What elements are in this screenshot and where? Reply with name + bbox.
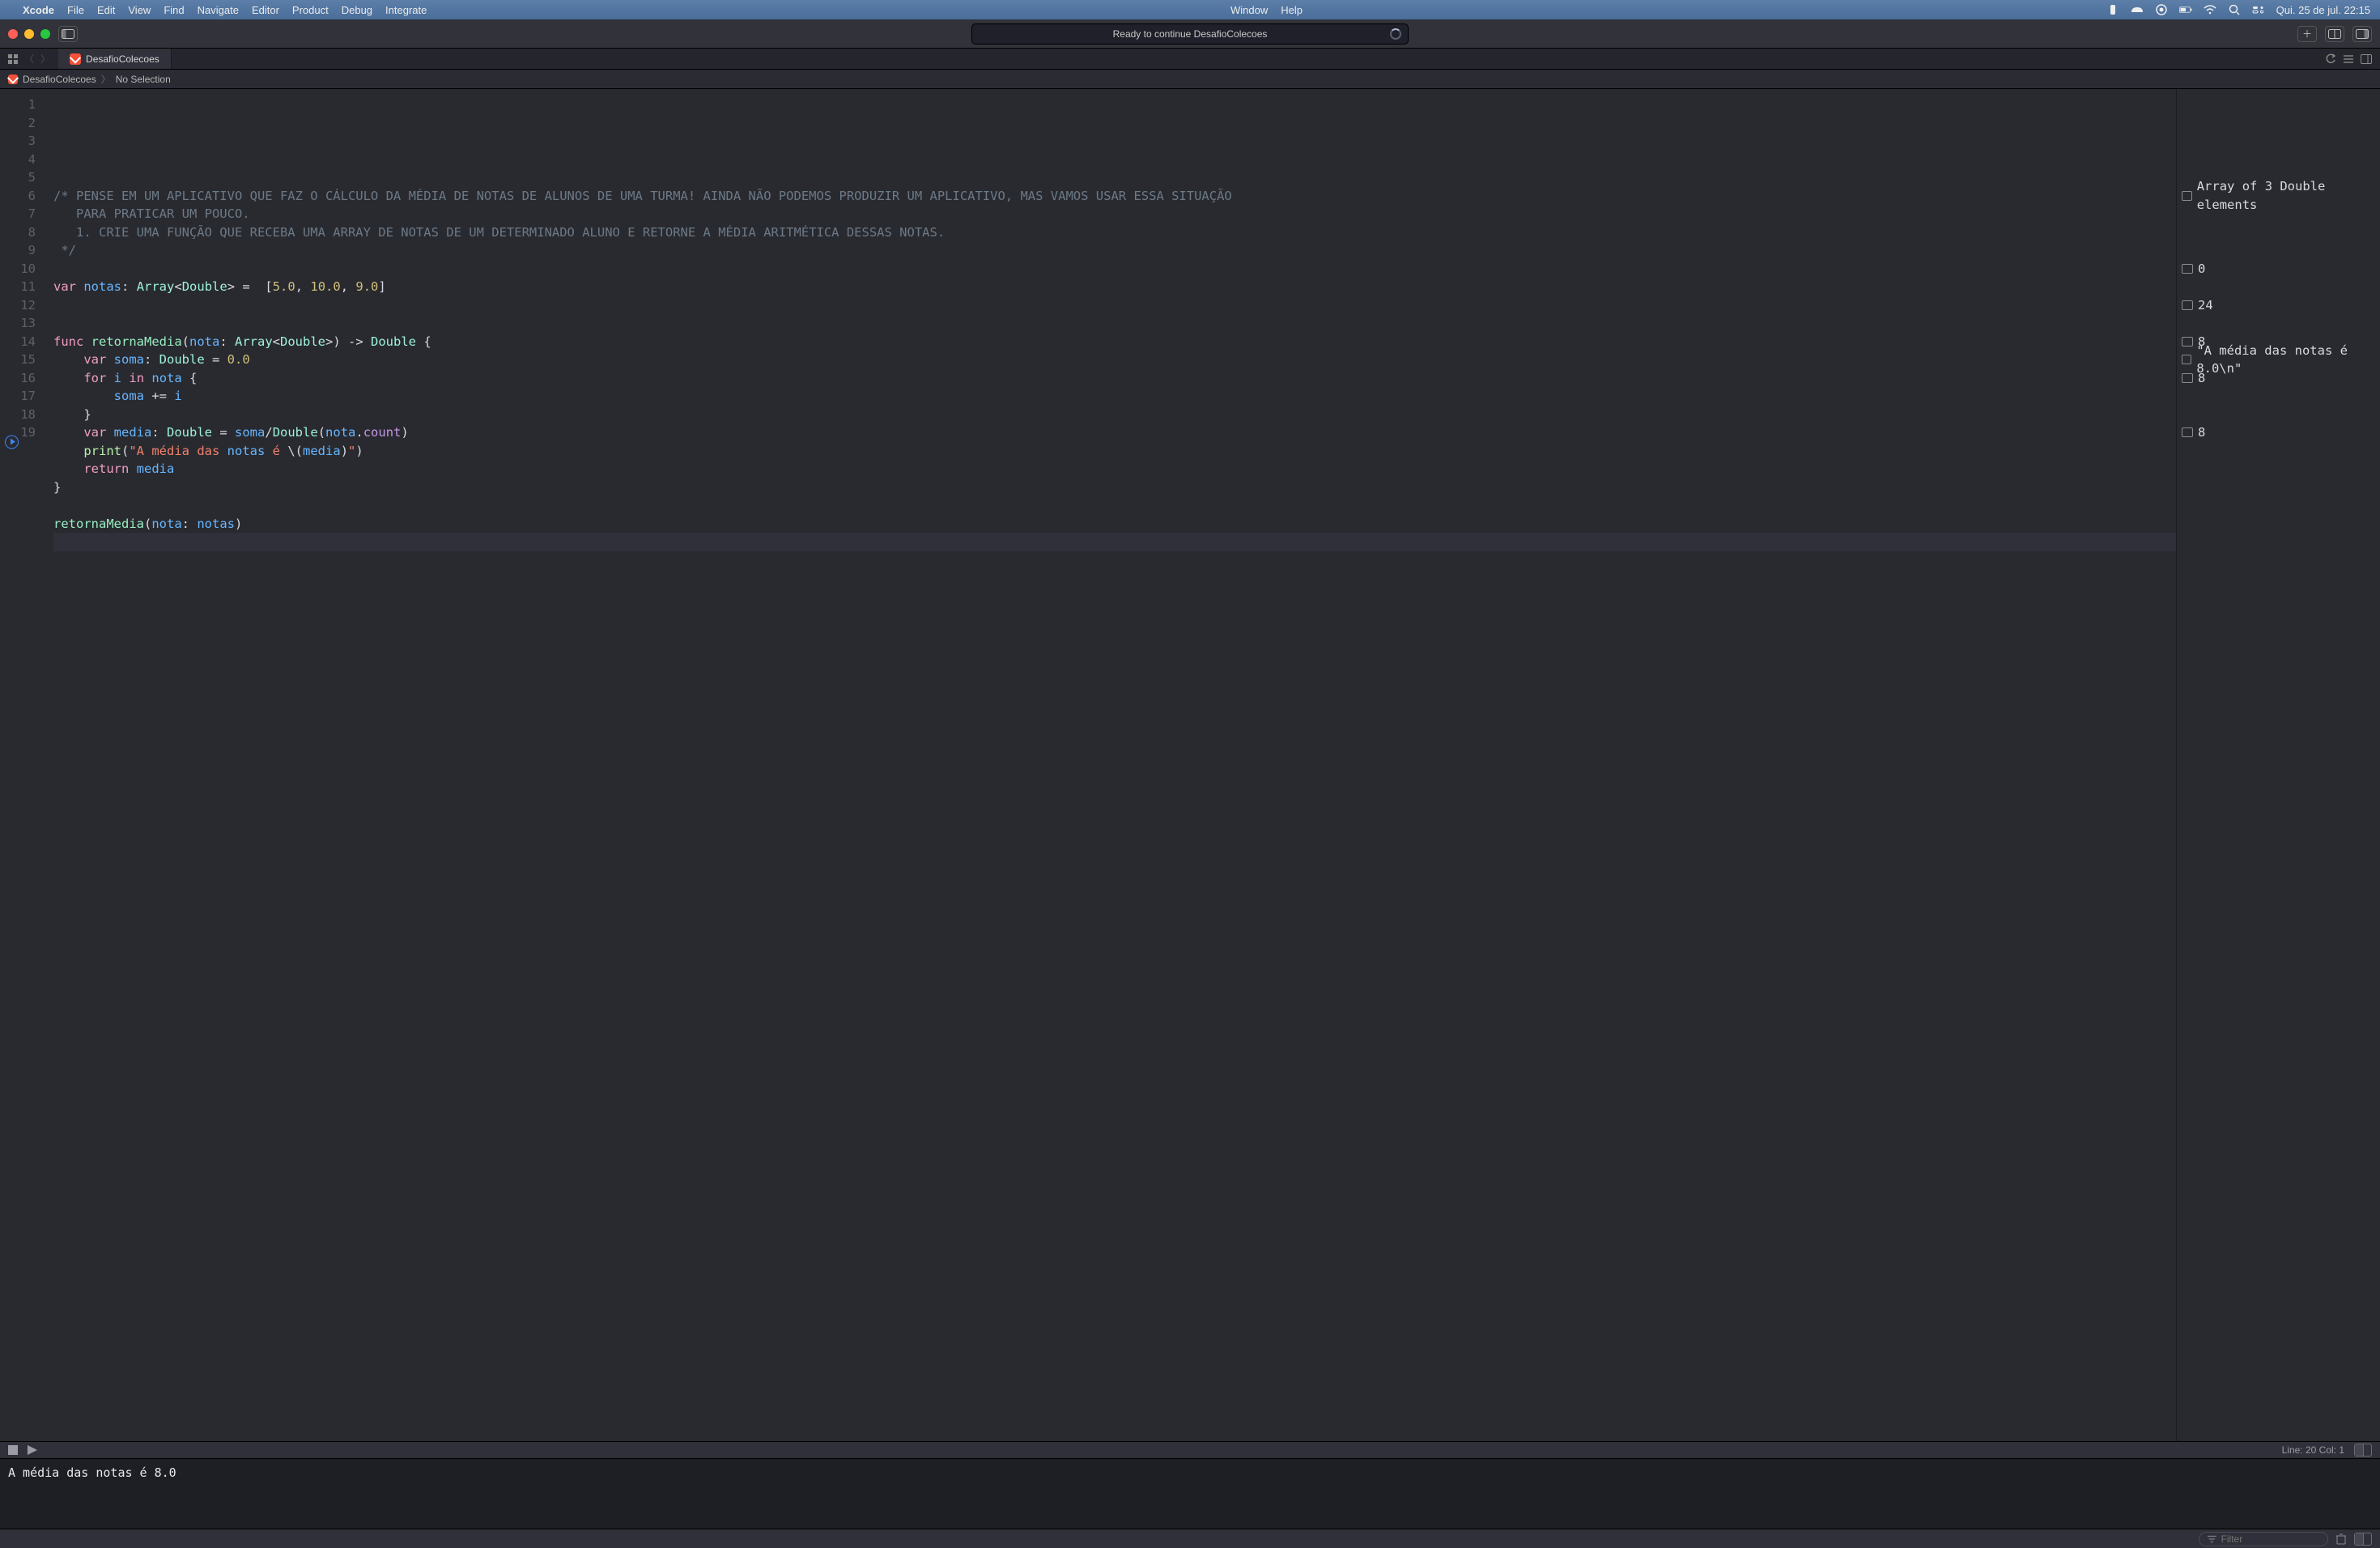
- gutter-line[interactable]: 16: [0, 369, 36, 388]
- battery-icon[interactable]: [2179, 3, 2192, 16]
- breadcrumb-separator-icon: 〉: [101, 72, 111, 86]
- activity-spinner-icon: [1390, 28, 1401, 40]
- gutter-line[interactable]: 3: [0, 132, 36, 151]
- jump-bar[interactable]: DesafioColecoes 〉 No Selection: [0, 70, 2380, 89]
- menu-navigate[interactable]: Navigate: [198, 4, 239, 16]
- result-row[interactable]: 0: [2182, 260, 2372, 279]
- do-not-disturb-icon[interactable]: [2131, 3, 2144, 16]
- playground-results: Array of 3 Double elements 0 24 8 "A méd…: [2176, 89, 2380, 1441]
- gutter-line[interactable]: 7: [0, 205, 36, 223]
- menu-integrate[interactable]: Integrate: [385, 4, 427, 16]
- menubar-clock[interactable]: Qui. 25 de jul. 22:15: [2276, 4, 2370, 16]
- menu-debug[interactable]: Debug: [342, 4, 372, 16]
- cursor-position: Line: 20 Col: 1: [2282, 1444, 2344, 1456]
- breadcrumb-selection[interactable]: No Selection: [116, 74, 171, 85]
- swift-file-icon: [8, 74, 18, 84]
- status-item-1-icon[interactable]: [2106, 3, 2119, 16]
- swift-file-icon: [70, 53, 81, 65]
- menu-product[interactable]: Product: [292, 4, 329, 16]
- menu-find[interactable]: Find: [164, 4, 184, 16]
- console-split-toggle[interactable]: [2354, 1533, 2372, 1546]
- debug-console[interactable]: A média das notas é 8.0: [0, 1459, 2380, 1529]
- menu-edit[interactable]: Edit: [97, 4, 115, 16]
- spotlight-icon[interactable]: [2228, 3, 2241, 16]
- run-to-line-icon[interactable]: [5, 435, 19, 449]
- console-pane-toggle[interactable]: [2354, 1444, 2372, 1457]
- source-editor[interactable]: /* PENSE EM UM APLICATIVO QUE FAZ O CÁLC…: [42, 89, 2176, 1441]
- gutter-line[interactable]: 12: [0, 296, 36, 315]
- console-output: A média das notas é 8.0: [8, 1465, 176, 1480]
- gutter-line[interactable]: 4: [0, 151, 36, 169]
- console-filter-input[interactable]: [2221, 1533, 2319, 1545]
- quicklook-icon[interactable]: [2182, 427, 2193, 437]
- window-traffic-lights: [8, 29, 50, 39]
- library-button[interactable]: [2325, 26, 2344, 42]
- menubar-app-name[interactable]: Xcode: [23, 4, 54, 16]
- gutter-line[interactable]: 9: [0, 241, 36, 260]
- result-row[interactable]: "A média das notas é 8.0\n": [2182, 351, 2372, 369]
- nav-back-icon[interactable]: 〈: [24, 52, 34, 66]
- debug-stop-icon[interactable]: [8, 1445, 18, 1455]
- editor-tab[interactable]: DesafioColecoes: [58, 49, 172, 69]
- related-items-icon[interactable]: [8, 54, 18, 64]
- breadcrumb-project[interactable]: DesafioColecoes: [23, 74, 96, 85]
- menu-editor[interactable]: Editor: [252, 4, 279, 16]
- gutter-line[interactable]: 14: [0, 333, 36, 351]
- gutter-line[interactable]: 1: [0, 96, 36, 114]
- gutter-line[interactable]: 15: [0, 351, 36, 369]
- control-center-icon[interactable]: [2252, 3, 2265, 16]
- editor-tabbar: 〈 〉 DesafioColecoes: [0, 49, 2380, 70]
- result-row[interactable]: 8: [2182, 423, 2372, 442]
- add-editor-icon[interactable]: [2361, 54, 2372, 64]
- quicklook-icon[interactable]: [2182, 191, 2192, 201]
- gutter-line[interactable]: 6: [0, 187, 36, 206]
- result-row[interactable]: 24: [2182, 296, 2372, 315]
- quicklook-icon[interactable]: [2182, 337, 2193, 347]
- gutter-line[interactable]: 18: [0, 406, 36, 424]
- result-row[interactable]: Array of 3 Double elements: [2182, 187, 2372, 206]
- xcode-toolbar: Ready to continue DesafioColecoes ＋: [0, 19, 2380, 49]
- toggle-right-panel-button[interactable]: [2352, 26, 2372, 42]
- gutter-line[interactable]: 2: [0, 114, 36, 133]
- console-filter-field[interactable]: [2199, 1532, 2328, 1546]
- activity-status-text: Ready to continue DesafioColecoes: [1113, 28, 1268, 40]
- screen-record-icon[interactable]: [2155, 3, 2168, 16]
- quicklook-icon[interactable]: [2182, 355, 2191, 364]
- debug-play-icon[interactable]: [28, 1445, 37, 1455]
- menu-view[interactable]: View: [128, 4, 151, 16]
- console-footer: [0, 1529, 2380, 1548]
- menu-help[interactable]: Help: [1281, 4, 1303, 16]
- editor-area: 1 2 3 4 5 6 7 8 9 10 11 12 13 14 15 16 1…: [0, 89, 2380, 1441]
- quicklook-icon[interactable]: [2182, 300, 2193, 310]
- clear-console-icon[interactable]: [2336, 1533, 2346, 1545]
- menu-file[interactable]: File: [67, 4, 84, 16]
- gutter-line[interactable]: 8: [0, 223, 36, 242]
- gutter-line[interactable]: 11: [0, 278, 36, 296]
- refresh-jump-icon[interactable]: [2325, 53, 2336, 65]
- wifi-icon[interactable]: [2204, 3, 2216, 16]
- window-minimize-button[interactable]: [24, 29, 34, 39]
- gutter-line[interactable]: 10: [0, 260, 36, 279]
- gutter-line[interactable]: 17: [0, 387, 36, 406]
- toggle-left-panel-button[interactable]: [58, 26, 78, 42]
- macos-menubar: Xcode File Edit View Find Navigate Edito…: [0, 0, 2380, 19]
- line-gutter[interactable]: 1 2 3 4 5 6 7 8 9 10 11 12 13 14 15 16 1…: [0, 89, 42, 1441]
- gutter-line[interactable]: 13: [0, 314, 36, 333]
- nav-forward-icon[interactable]: 〉: [40, 52, 50, 66]
- quicklook-icon[interactable]: [2182, 373, 2193, 383]
- menu-window[interactable]: Window: [1230, 4, 1268, 16]
- gutter-line[interactable]: 5: [0, 168, 36, 187]
- activity-status: Ready to continue DesafioColecoes: [971, 23, 1409, 45]
- filter-icon: [2208, 1535, 2216, 1543]
- window-close-button[interactable]: [8, 29, 18, 39]
- editor-tab-label: DesafioColecoes: [86, 53, 159, 65]
- debug-toolbar: Line: 20 Col: 1: [0, 1441, 2380, 1459]
- adjust-editor-icon[interactable]: [2343, 54, 2354, 64]
- quicklook-icon[interactable]: [2182, 264, 2193, 274]
- window-zoom-button[interactable]: [40, 29, 50, 39]
- add-target-button[interactable]: ＋: [2297, 26, 2317, 42]
